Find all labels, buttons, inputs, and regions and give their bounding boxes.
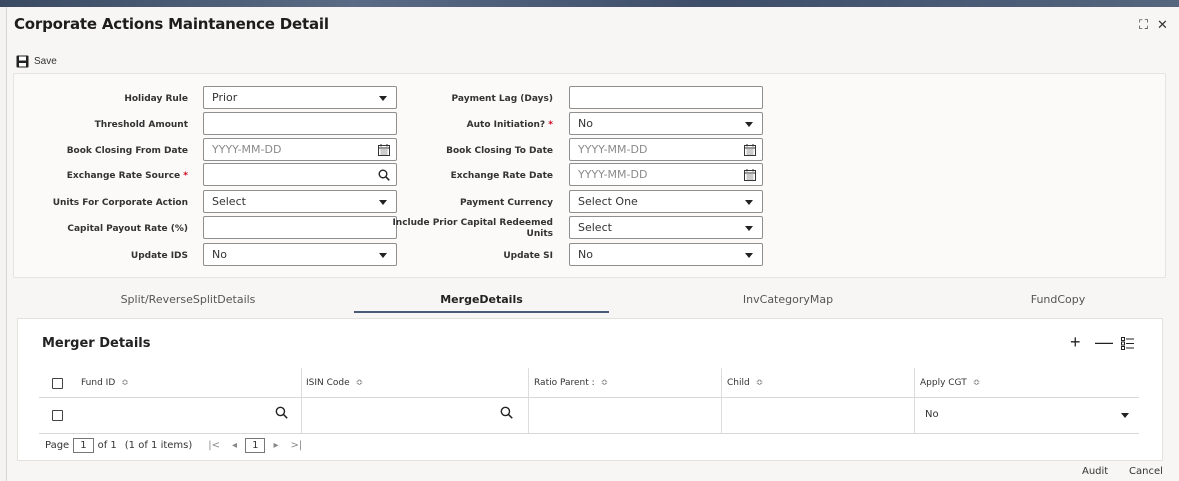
- update-ids-select[interactable]: No: [203, 243, 397, 266]
- threshold-amount-label: Threshold Amount: [94, 120, 188, 130]
- book-closing-from-label: Book Closing From Date: [66, 146, 188, 156]
- search-icon[interactable]: [275, 406, 288, 423]
- auto-initiation-label: Auto Initiation? *: [466, 120, 553, 130]
- save-label: Save: [34, 56, 57, 67]
- first-page-button[interactable]: |<: [208, 440, 220, 451]
- units-for-ca-label: Units For Corporate Action: [52, 198, 188, 208]
- include-prior-capital-label: Include Prior Capital Redeemed Units: [392, 218, 553, 239]
- merger-details-panel: Merger Details + — Fund ID ≎ ISIN Code ≎ R…: [17, 318, 1163, 461]
- cancel-button[interactable]: Cancel: [1121, 463, 1171, 481]
- page-label: Page: [45, 440, 70, 451]
- payment-currency-select[interactable]: Select One: [569, 190, 763, 213]
- holiday-rule-select[interactable]: Prior: [203, 86, 397, 109]
- remove-icon[interactable]: —: [1095, 332, 1113, 353]
- items-count: (1 of 1 items): [124, 440, 193, 451]
- include-prior-capital-value: Select: [578, 221, 612, 234]
- current-page-button[interactable]: 1: [245, 438, 266, 453]
- apply-cgt-value[interactable]: No: [925, 409, 939, 420]
- capital-payout-rate-label: Capital Payout Rate (%): [67, 224, 188, 234]
- capital-payout-rate-input[interactable]: [203, 216, 397, 239]
- chevron-down-icon: [379, 96, 387, 101]
- units-for-ca-value: Select: [212, 195, 246, 208]
- update-si-label: Update SI: [503, 251, 553, 261]
- payment-currency-value: Select One: [578, 195, 638, 208]
- page-of-label: of 1: [97, 440, 117, 451]
- calendar-icon[interactable]: [744, 142, 756, 163]
- holiday-rule-label: Holiday Rule: [124, 94, 188, 104]
- chevron-down-icon: [379, 200, 387, 205]
- chevron-down-icon: [745, 200, 753, 205]
- list-view-icon[interactable]: [1121, 334, 1134, 355]
- merger-details-title: Merger Details: [42, 336, 151, 351]
- select-all-checkbox[interactable]: [52, 378, 63, 389]
- book-closing-from-placeholder: YYYY-MM-DD: [212, 143, 282, 156]
- table-header: Fund ID ≎ ISIN Code ≎ Ratio Parent : ≎ Chil…: [39, 368, 1139, 398]
- payment-lag-label: Payment Lag (Days): [451, 94, 553, 104]
- column-header-fund-id[interactable]: Fund ID ≎: [73, 368, 129, 398]
- book-closing-to-placeholder: YYYY-MM-DD: [578, 143, 648, 156]
- exchange-rate-date-label: Exchange Rate Date: [450, 171, 553, 181]
- payment-currency-label: Payment Currency: [460, 198, 553, 208]
- tab-inv-category-map[interactable]: InvCategoryMap: [693, 291, 883, 313]
- search-icon[interactable]: [500, 406, 513, 423]
- chevron-down-icon: [379, 253, 387, 258]
- payment-lag-input[interactable]: [569, 86, 763, 109]
- page-input[interactable]: 1: [73, 438, 94, 453]
- prev-page-button[interactable]: ◂: [232, 440, 237, 451]
- column-header-isin-code[interactable]: ISIN Code ≎: [298, 368, 363, 398]
- exchange-rate-date-placeholder: YYYY-MM-DD: [578, 168, 648, 181]
- column-header-child[interactable]: Child ≎: [719, 368, 763, 398]
- chevron-down-icon[interactable]: [1121, 413, 1129, 418]
- calendar-icon[interactable]: [744, 167, 756, 188]
- maximize-icon[interactable]: ⛶: [1139, 17, 1148, 33]
- units-for-ca-select[interactable]: Select: [203, 190, 397, 213]
- chevron-down-icon: [745, 122, 753, 127]
- last-page-button[interactable]: >|: [290, 440, 302, 451]
- audit-button[interactable]: Audit: [1074, 463, 1116, 481]
- detail-tabs: Split/ReverseSplitDetails MergeDetails I…: [13, 291, 1166, 313]
- threshold-amount-input[interactable]: [203, 112, 397, 135]
- book-closing-from-input[interactable]: YYYY-MM-DD: [203, 138, 397, 161]
- save-button[interactable]: Save: [16, 55, 57, 68]
- save-icon: [16, 55, 29, 68]
- auto-initiation-select[interactable]: No: [569, 112, 763, 135]
- book-closing-to-label: Book Closing To Date: [446, 146, 553, 156]
- column-header-ratio-parent[interactable]: Ratio Parent : ≎: [526, 368, 608, 398]
- table-row: No: [39, 398, 1139, 434]
- tab-split-reverse-split[interactable]: Split/ReverseSplitDetails: [93, 291, 283, 313]
- update-si-select[interactable]: No: [569, 243, 763, 266]
- holiday-rule-value: Prior: [212, 91, 238, 104]
- update-si-value: No: [578, 248, 593, 261]
- calendar-icon[interactable]: [378, 142, 390, 163]
- close-icon[interactable]: ✕: [1157, 17, 1168, 33]
- chevron-down-icon: [745, 253, 753, 258]
- exchange-rate-date-input[interactable]: YYYY-MM-DD: [569, 163, 763, 186]
- exchange-rate-source-input[interactable]: [203, 163, 397, 186]
- add-icon[interactable]: +: [1070, 332, 1081, 353]
- update-ids-value: No: [212, 248, 227, 261]
- tab-fund-copy[interactable]: FundCopy: [978, 291, 1138, 313]
- exchange-rate-source-label: Exchange Rate Source *: [66, 171, 188, 181]
- auto-initiation-value: No: [578, 117, 593, 130]
- row-checkbox[interactable]: [52, 410, 63, 421]
- pagination: Page 1 of 1 (1 of 1 items) |< ◂ 1 ▸ >|: [45, 438, 308, 453]
- book-closing-to-input[interactable]: YYYY-MM-DD: [569, 138, 763, 161]
- search-icon[interactable]: [378, 167, 390, 188]
- tab-merge-details[interactable]: MergeDetails: [354, 291, 609, 313]
- update-ids-label: Update IDS: [130, 251, 188, 261]
- chevron-down-icon: [745, 226, 753, 231]
- include-prior-capital-select[interactable]: Select: [569, 216, 763, 239]
- next-page-button[interactable]: ▸: [273, 440, 278, 451]
- top-banner-strip: [0, 0, 1179, 7]
- column-header-apply-cgt[interactable]: Apply CGT ≎: [912, 368, 980, 398]
- page-title: Corporate Actions Maintanence Detail: [14, 15, 329, 33]
